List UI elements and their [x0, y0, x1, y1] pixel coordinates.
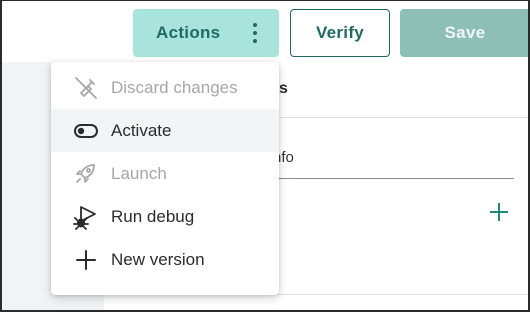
menu-item-label: Discard changes	[111, 77, 238, 97]
menu-item-new-version[interactable]: New version	[51, 238, 279, 281]
debug-icon	[73, 204, 99, 230]
info-field-underline	[273, 178, 514, 179]
menu-item-launch[interactable]: Launch	[51, 152, 279, 195]
card-title: s	[279, 80, 288, 97]
add-icon[interactable]	[487, 200, 511, 224]
toggle-icon	[73, 118, 99, 144]
more-vertical-icon	[253, 23, 257, 43]
save-button[interactable]: Save	[400, 9, 530, 57]
rocket-icon	[73, 161, 99, 187]
menu-item-label: New version	[111, 249, 205, 269]
actions-menu: Discard changes Activate Launch Run debu…	[51, 62, 279, 295]
plus-icon	[73, 247, 99, 273]
actions-button-label: Actions	[156, 23, 221, 42]
discard-icon	[73, 75, 99, 101]
menu-item-discard-changes[interactable]: Discard changes	[51, 66, 279, 109]
menu-item-label: Activate	[111, 120, 172, 140]
menu-item-run-debug[interactable]: Run debug	[51, 195, 279, 238]
verify-button-label: Verify	[315, 23, 365, 42]
menu-item-label: Launch	[111, 163, 167, 183]
window-top-border	[0, 0, 530, 1]
verify-button[interactable]: Verify	[290, 9, 390, 57]
save-button-label: Save	[444, 23, 486, 42]
actions-button[interactable]: Actions	[133, 9, 279, 57]
menu-item-label: Run debug	[111, 206, 195, 226]
toolbar: Actions Verify Save	[0, 0, 530, 62]
menu-item-activate[interactable]: Activate	[51, 109, 279, 152]
